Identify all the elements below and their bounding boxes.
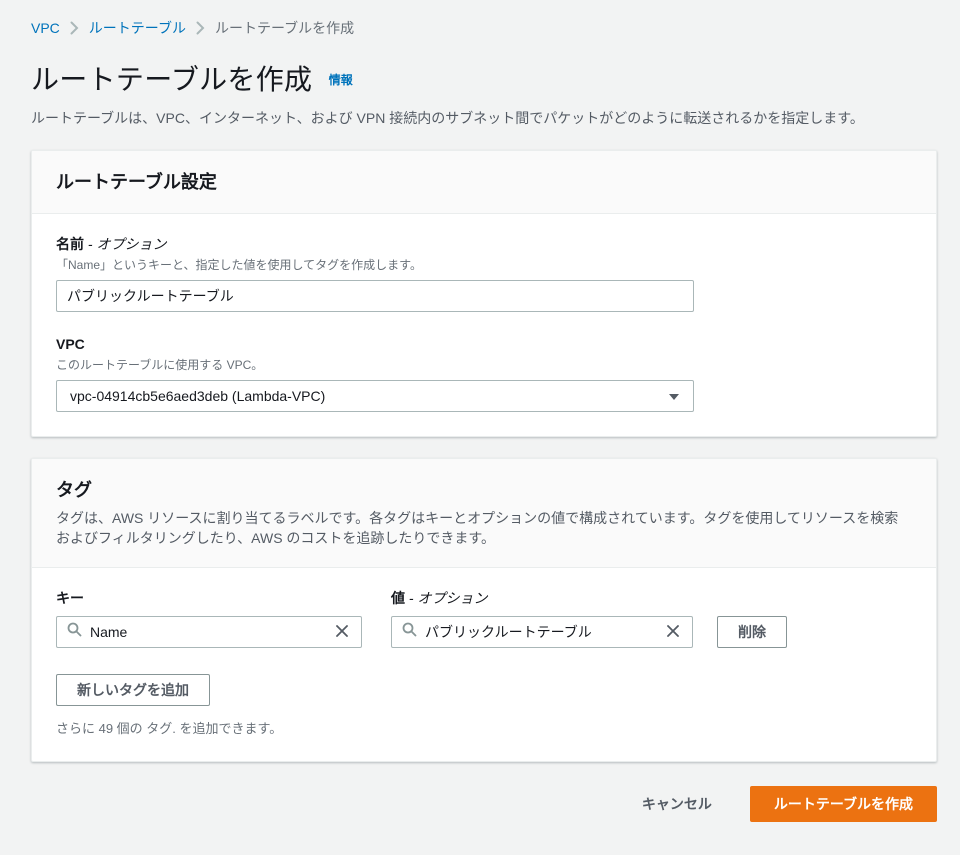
footer-actions: キャンセル ルートテーブルを作成: [31, 786, 937, 822]
remaining-tags-text: さらに 49 個の タグ. を追加できます。: [56, 718, 912, 737]
breadcrumb: VPC ルートテーブル ルートテーブルを作成: [31, 18, 937, 38]
name-field-group: 名前 - オプション 「Name」というキーと、指定した値を使用してタグを作成し…: [56, 234, 912, 312]
vpc-field-group: VPC このルートテーブルに使用する VPC。 vpc-04914cb5e6ae…: [56, 334, 912, 412]
name-field-label: 名前 - オプション: [56, 234, 912, 254]
name-field-help: 「Name」というキーと、指定した値を使用してタグを作成します。: [56, 257, 912, 273]
close-icon: [666, 624, 680, 641]
settings-card-body: 名前 - オプション 「Name」というキーと、指定した値を使用してタグを作成し…: [32, 214, 936, 436]
optional-suffix: - オプション: [405, 590, 487, 606]
settings-card-header: ルートテーブル設定: [32, 151, 936, 214]
tags-card-description: タグは、AWS リソースに割り当てるラベルです。各タグはキーとオプションの値で構…: [56, 508, 912, 548]
tags-card-body: キー 値 - オプション: [32, 568, 936, 761]
search-icon: [67, 622, 82, 642]
chevron-right-icon: [196, 21, 205, 35]
tag-key-input-wrapper: [56, 616, 362, 648]
vpc-field-help: このルートテーブルに使用する VPC。: [56, 357, 912, 373]
settings-card-title: ルートテーブル設定: [56, 170, 912, 194]
chevron-down-icon: [668, 388, 680, 404]
optional-suffix: - オプション: [84, 236, 166, 252]
vpc-field-label: VPC: [56, 334, 912, 354]
page-description: ルートテーブルは、VPC、インターネット、および VPN 接続内のサブネット間で…: [31, 108, 937, 129]
tags-card-header: タグ タグは、AWS リソースに割り当てるラベルです。各タグはキーとオプションの…: [32, 459, 936, 568]
tag-value-input-wrapper: [391, 616, 693, 648]
remove-tag-button[interactable]: 削除: [717, 616, 787, 648]
clear-key-button[interactable]: [333, 622, 351, 643]
tag-key-input[interactable]: [90, 624, 333, 640]
breadcrumb-current: ルートテーブルを作成: [215, 18, 354, 38]
close-icon: [335, 624, 349, 641]
tags-card-title: タグ: [56, 478, 912, 502]
chevron-right-icon: [70, 21, 79, 35]
add-tag-button[interactable]: 新しいタグを追加: [56, 674, 210, 706]
cancel-button[interactable]: キャンセル: [642, 794, 712, 814]
tag-value-label: 値 - オプション: [391, 588, 693, 608]
tag-key-label: キー: [56, 588, 362, 608]
route-table-settings-card: ルートテーブル設定 名前 - オプション 「Name」というキーと、指定した値を…: [31, 150, 937, 437]
search-icon: [402, 622, 417, 642]
name-input[interactable]: [56, 280, 694, 312]
tag-row: 削除: [56, 616, 912, 648]
tag-value-input[interactable]: [425, 624, 664, 640]
create-route-table-button[interactable]: ルートテーブルを作成: [750, 786, 937, 822]
tags-card: タグ タグは、AWS リソースに割り当てるラベルです。各タグはキーとオプションの…: [31, 458, 937, 762]
info-link[interactable]: 情報: [329, 73, 353, 87]
breadcrumb-vpc[interactable]: VPC: [31, 20, 60, 36]
tag-column-labels: キー 値 - オプション: [56, 588, 912, 608]
vpc-select[interactable]: vpc-04914cb5e6aed3deb (Lambda-VPC): [56, 380, 694, 412]
breadcrumb-route-tables[interactable]: ルートテーブル: [89, 18, 186, 38]
create-route-table-page: VPC ルートテーブル ルートテーブルを作成 ルートテーブルを作成 情報 ルート…: [0, 0, 960, 822]
page-header: ルートテーブルを作成 情報: [31, 58, 937, 98]
vpc-select-value: vpc-04914cb5e6aed3deb (Lambda-VPC): [70, 388, 325, 404]
page-title: ルートテーブルを作成: [31, 64, 312, 95]
clear-value-button[interactable]: [664, 622, 682, 643]
